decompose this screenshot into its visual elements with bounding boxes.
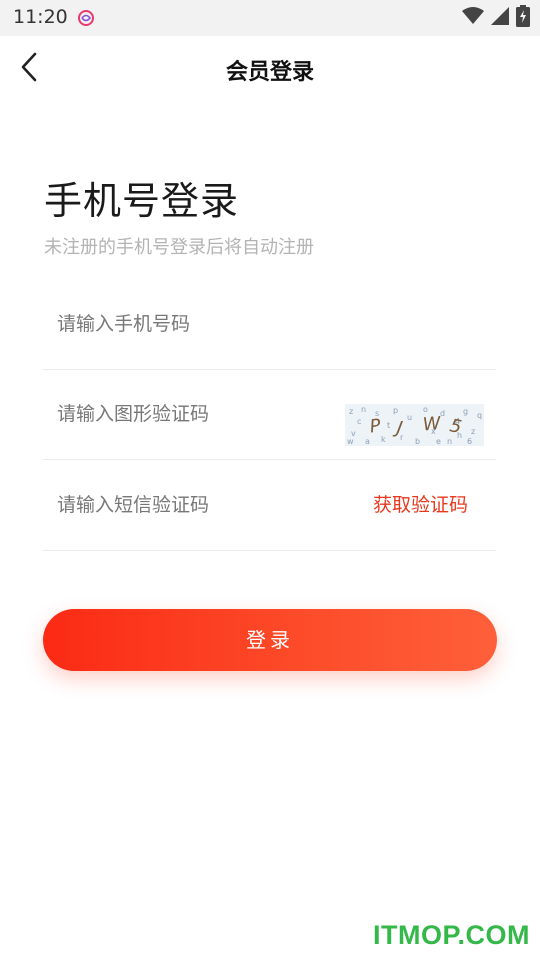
svg-text:w: w: [347, 437, 354, 446]
status-time: 11:20: [13, 6, 68, 28]
captcha-image[interactable]: zcv ask pru box dn4 gzq 6nt ehw P J W 5: [345, 404, 484, 446]
phone-input[interactable]: [57, 279, 337, 369]
svg-text:z: z: [349, 407, 353, 416]
svg-text:6: 6: [467, 437, 472, 446]
page-subtitle: 未注册的手机号登录后将自动注册: [44, 237, 314, 258]
captcha-char: W: [422, 413, 443, 436]
svg-text:n: n: [361, 405, 366, 414]
svg-text:z: z: [471, 427, 475, 436]
signal-icon: [490, 6, 510, 30]
captcha-input[interactable]: [57, 369, 337, 459]
svg-text:u: u: [407, 413, 412, 422]
svg-text:b: b: [415, 437, 420, 446]
svg-text:n: n: [447, 437, 452, 446]
page-title: 手机号登录: [44, 179, 240, 223]
svg-text:p: p: [393, 406, 398, 415]
wifi-icon: [462, 7, 484, 29]
svg-text:a: a: [365, 437, 370, 446]
status-bar: 11:20: [0, 0, 540, 36]
captcha-char: P: [368, 415, 382, 437]
watermark-logo: ITMOP.COM: [372, 920, 530, 950]
svg-text:t: t: [387, 421, 390, 430]
login-button[interactable]: 登录: [43, 609, 497, 671]
svg-text:d: d: [440, 409, 445, 418]
svg-text:q: q: [477, 411, 482, 420]
phone-field-row: [43, 279, 496, 370]
svg-text:c: c: [357, 417, 361, 426]
header-title: 会员登录: [225, 60, 314, 85]
header: 会员登录: [0, 36, 540, 102]
captcha-field-row: zcv ask pru box dn4 gzq 6nt ehw P J W 5: [43, 369, 496, 460]
status-icons: [462, 5, 530, 31]
sms-field-row: 获取验证码: [43, 460, 496, 551]
get-code-button[interactable]: 获取验证码: [373, 460, 468, 550]
svg-text:o: o: [423, 405, 428, 414]
svg-text:g: g: [463, 407, 468, 416]
svg-text:k: k: [381, 435, 386, 444]
battery-charging-icon: [516, 5, 530, 31]
sms-code-input[interactable]: [57, 460, 337, 550]
svg-text:e: e: [436, 437, 441, 446]
app-notification-icon: [77, 9, 95, 27]
